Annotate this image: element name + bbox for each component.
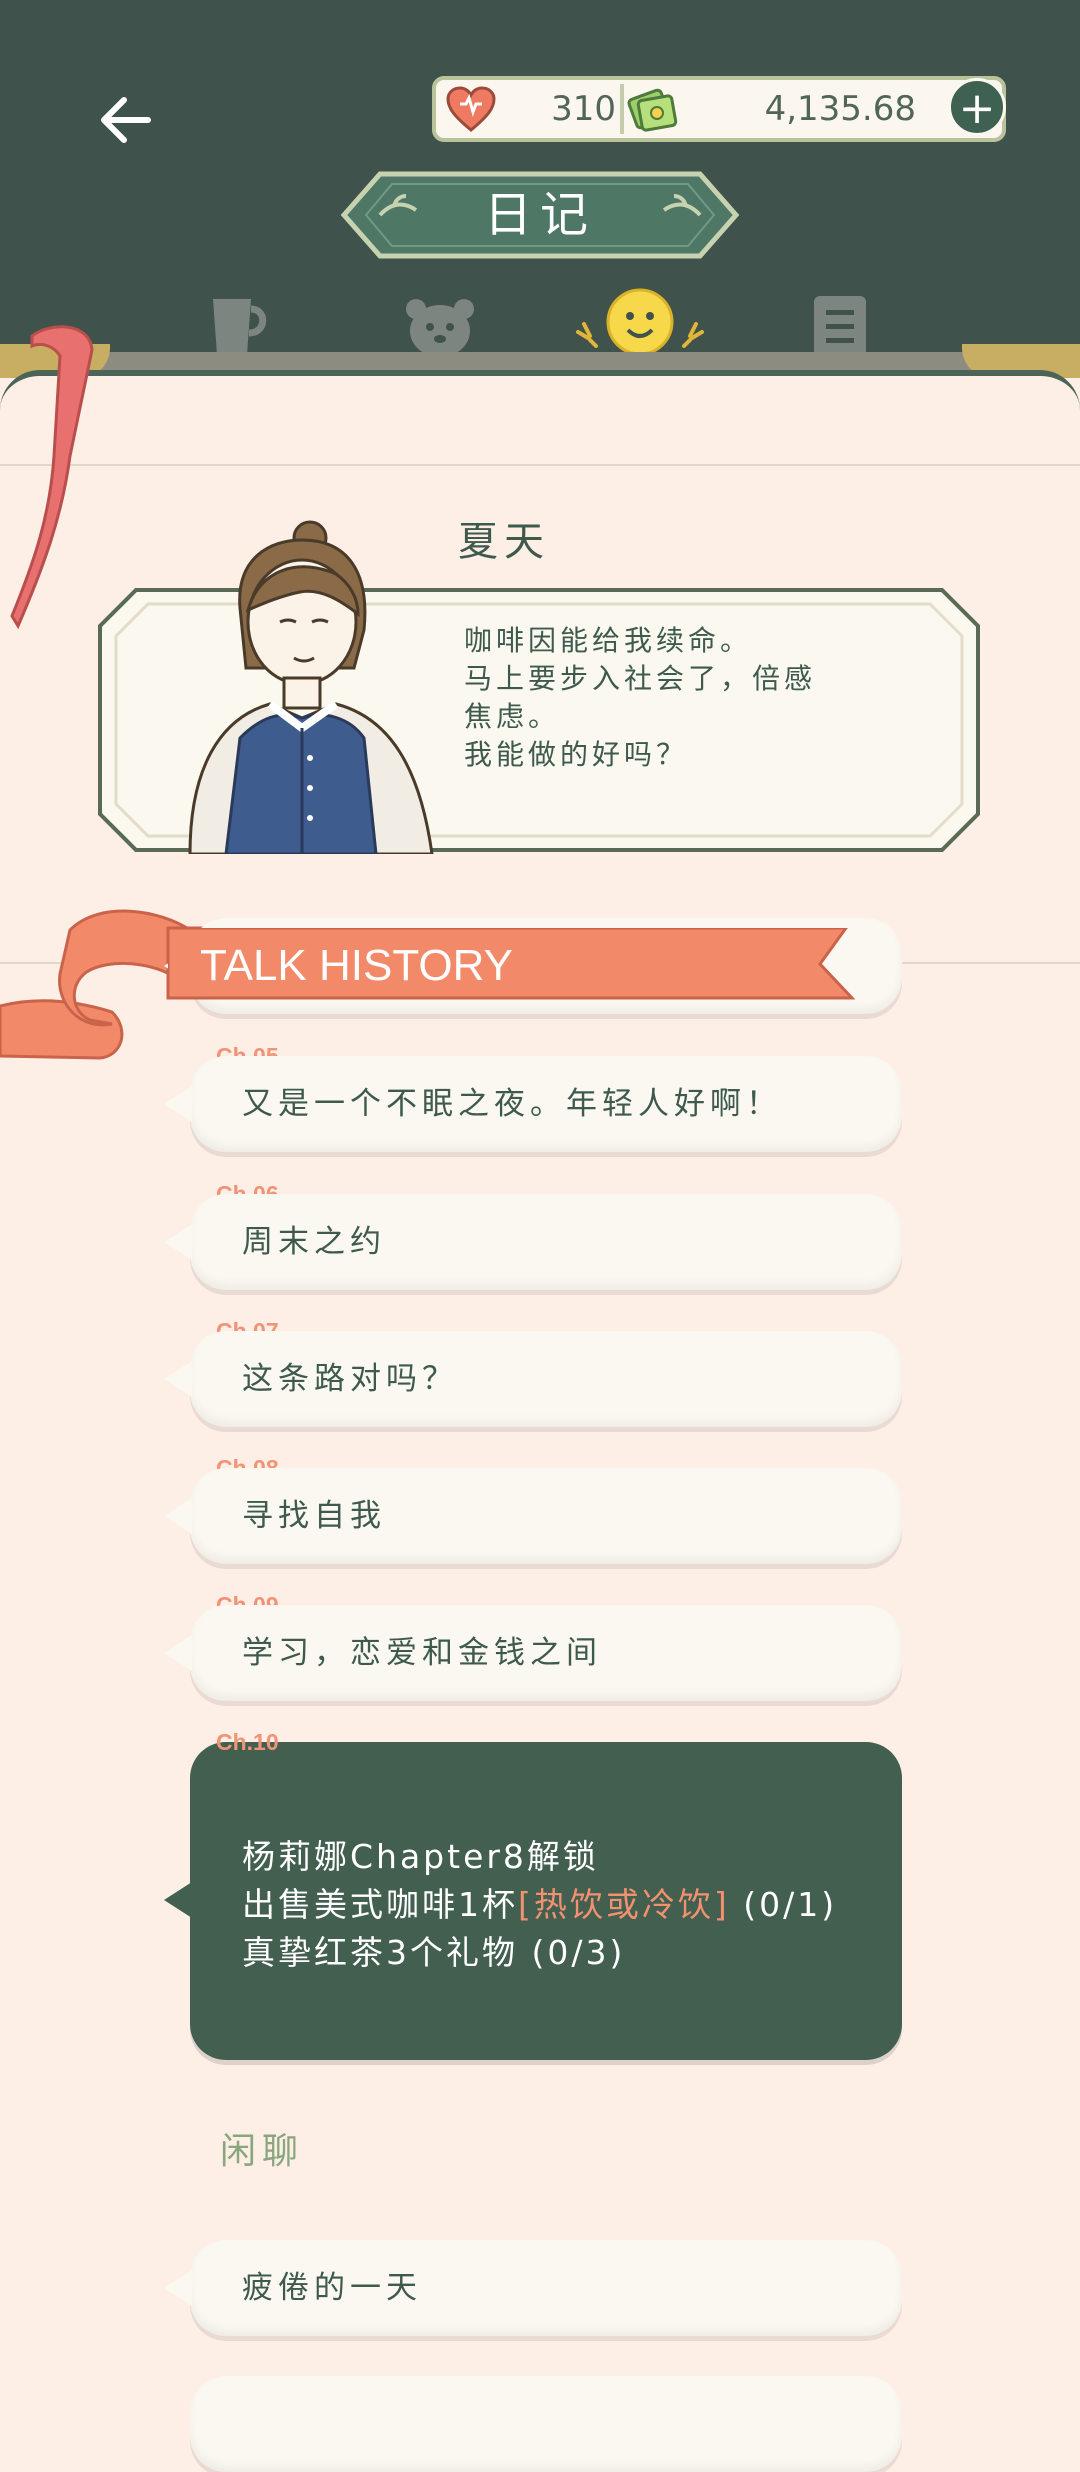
unlock-requirement: 出售美式咖啡1杯[热饮或冷饮] (0/1) — [242, 1882, 837, 1928]
quote-line: 我能做的好吗？ — [464, 738, 689, 771]
currency-divider — [620, 84, 624, 134]
currency-bar: 310 4,135.68 + — [432, 76, 1006, 142]
unlock-requirement: 杨莉娜Chapter8解锁 — [242, 1837, 599, 1876]
chat-title: 疲倦的一天 — [242, 2270, 422, 2306]
locked-chapter-bubble[interactable]: 杨莉娜Chapter8解锁 出售美式咖啡1杯[热饮或冷饮] (0/1) 真挚红茶… — [164, 1742, 902, 2060]
unlock-requirement: 真挚红茶3个礼物 (0/3) — [242, 1933, 626, 1972]
bubble-tail — [164, 1882, 192, 1918]
title-plaque: 日记 — [340, 166, 740, 264]
chapter-bubble-ch05[interactable]: 又是一个不眠之夜。年轻人好啊！ — [164, 1056, 902, 1152]
chapter-title: 这条路对吗？ — [242, 1361, 458, 1397]
page-title: 日记 — [483, 187, 596, 243]
bubble-tail — [164, 2270, 192, 2306]
chapter-label: Ch.10 — [216, 1729, 279, 1755]
heart-icon — [446, 86, 496, 132]
chapter-bubble-ch08[interactable]: 寻找自我 — [164, 1468, 902, 1564]
chapter-bubble-ch09[interactable]: 学习，恋爱和金钱之间 — [164, 1605, 902, 1701]
quote-line: 焦虑。 — [464, 700, 561, 733]
smiley-icon — [576, 288, 704, 356]
chapter-bubble-ch06[interactable]: 周末之约 — [164, 1194, 902, 1290]
bear-icon — [406, 299, 474, 357]
bubble-tail — [164, 1498, 192, 1534]
requirement-progress: (0/1) — [729, 1885, 838, 1924]
requirement-text: 出售美式咖啡1杯 — [242, 1885, 518, 1924]
chat-bubble-partial[interactable] — [190, 2376, 902, 2472]
bubble-tail — [164, 1635, 192, 1671]
requirement-highlight: [热饮或冷饮] — [518, 1885, 730, 1924]
add-currency-button[interactable]: + — [948, 78, 1006, 136]
bubble-tail — [164, 1086, 192, 1122]
back-arrow-icon — [101, 97, 151, 143]
back-button[interactable] — [86, 80, 166, 160]
hearts-count: 310 — [551, 89, 616, 129]
bubble-tail — [164, 1224, 192, 1260]
cup-icon — [213, 299, 267, 355]
bubble-tail — [164, 1361, 192, 1397]
chat-section-title: 闲聊 — [220, 2131, 305, 2172]
money-icon — [627, 88, 678, 132]
quote-line: 马上要步入社会了，倍感 — [464, 662, 817, 695]
divider-line — [0, 464, 1080, 466]
tab-smiley[interactable] — [570, 286, 710, 358]
money-count: 4,135.68 — [764, 89, 916, 129]
quote-line: 咖啡因能给我续命。 — [464, 624, 753, 657]
chapter-title: 学习，恋爱和金钱之间 — [242, 1635, 602, 1671]
notes-icon — [814, 296, 866, 358]
chapter-bubble-ch07[interactable]: 这条路对吗？ — [164, 1331, 902, 1427]
chat-bubble[interactable]: 疲倦的一天 — [164, 2240, 902, 2336]
chapter-title: 周末之约 — [242, 1224, 386, 1260]
character-portrait — [188, 520, 434, 854]
chapter-title: 又是一个不眠之夜。年轻人好啊！ — [242, 1086, 782, 1122]
talk-history-title-front: TALK HISTORY — [200, 941, 513, 990]
bookmark-ribbon — [10, 325, 94, 630]
chapter-title: 寻找自我 — [242, 1498, 386, 1534]
